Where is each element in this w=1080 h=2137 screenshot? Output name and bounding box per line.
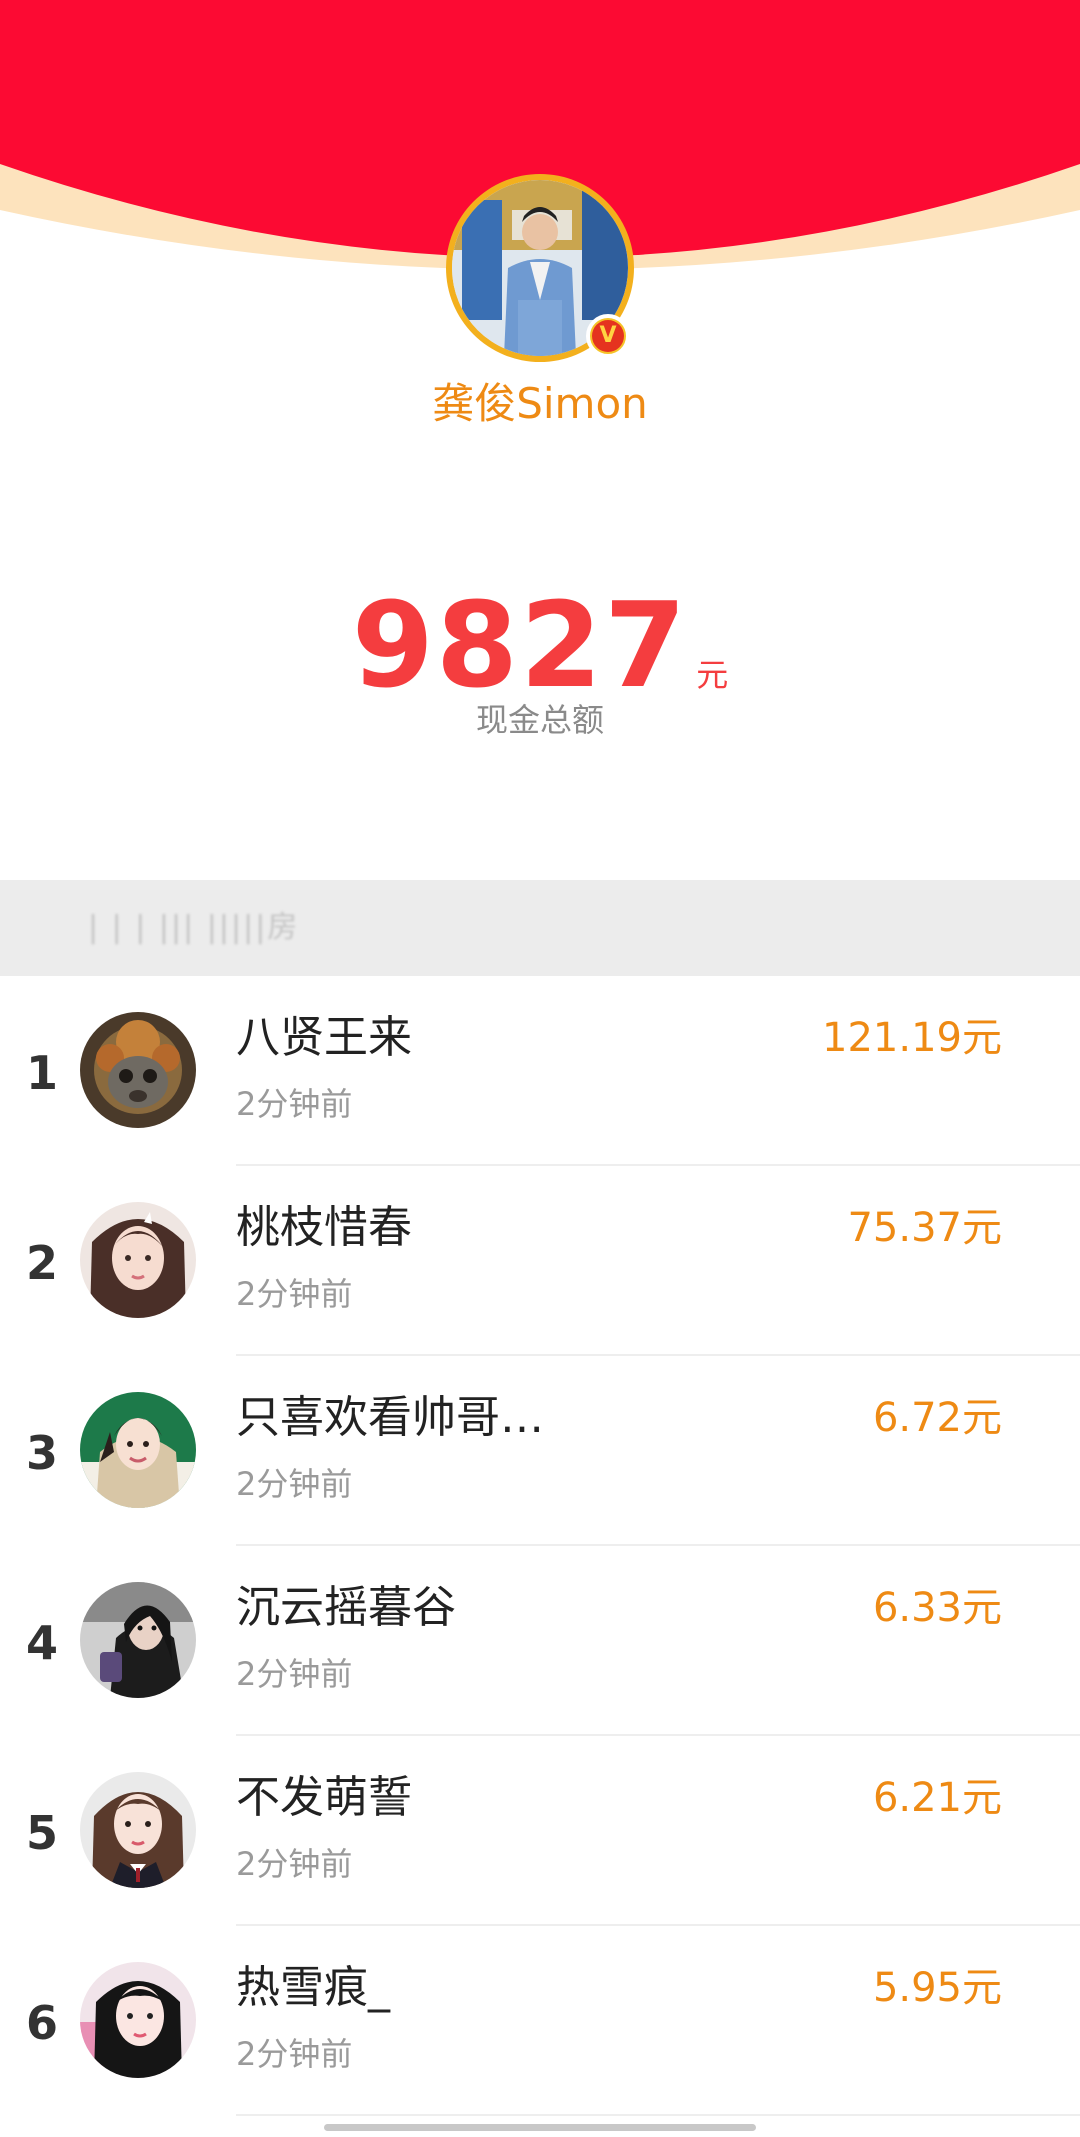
divider xyxy=(236,2114,1080,2116)
timestamp: 2分钟前 xyxy=(236,1845,353,1883)
user-name: 热雪痕_ xyxy=(236,1962,390,2013)
amount: 6.33元 xyxy=(872,1585,1002,1631)
user-name: 沉云摇暮谷 xyxy=(236,1582,456,1633)
user-name: 不发萌誓 xyxy=(236,1772,412,1823)
user-name: 只喜欢看帅哥… xyxy=(236,1392,544,1443)
timestamp: 2分钟前 xyxy=(236,1465,353,1503)
recipient-list: 1 八贤王来 2分钟前 121.19元 2 桃枝惜春 2分钟前 75.37元 3… xyxy=(0,976,1080,2116)
verified-badge-icon: V xyxy=(586,314,630,358)
user-avatar[interactable] xyxy=(80,1202,196,1318)
list-item[interactable]: 5 不发萌誓 2分钟前 6.21元 xyxy=(0,1736,1080,1926)
rank-number: 1 xyxy=(25,1046,58,1100)
rank-number: 5 xyxy=(25,1806,58,1860)
rank-number: 6 xyxy=(25,1996,58,2050)
timestamp: 2分钟前 xyxy=(236,1275,353,1313)
amount: 5.95元 xyxy=(872,1965,1002,2011)
timestamp: 2分钟前 xyxy=(236,1655,353,1693)
list-item[interactable]: 1 八贤王来 2分钟前 121.19元 xyxy=(0,976,1080,1166)
amount: 121.19元 xyxy=(822,1015,1002,1061)
total-amount-unit: 元 xyxy=(696,656,729,694)
home-indicator[interactable] xyxy=(324,2124,756,2131)
total-amount-label: 现金总额 xyxy=(475,701,604,739)
user-avatar[interactable] xyxy=(80,1772,196,1888)
list-item[interactable]: 2 桃枝惜春 2分钟前 75.37元 xyxy=(0,1166,1080,1356)
list-item[interactable]: 4 沉云摇暮谷 2分钟前 6.33元 xyxy=(0,1546,1080,1736)
user-name: 八贤王来 xyxy=(236,1012,412,1063)
section-title: | | | ||| |||||房 xyxy=(88,910,300,945)
header: V 龚俊Simon 9827 元 现金总额 xyxy=(0,0,1080,880)
timestamp: 2分钟前 xyxy=(236,2035,353,2073)
amount: 75.37元 xyxy=(847,1205,1002,1251)
rank-number: 2 xyxy=(25,1236,58,1290)
user-avatar[interactable] xyxy=(80,1962,196,2078)
timestamp: 2分钟前 xyxy=(236,1085,353,1123)
total-amount-value: 9827 xyxy=(351,576,689,714)
profile-name: 龚俊Simon xyxy=(432,379,648,428)
amount: 6.21元 xyxy=(872,1775,1002,1821)
section-header: | | | ||| |||||房 xyxy=(0,880,1080,976)
user-avatar[interactable] xyxy=(80,1392,196,1508)
list-item[interactable]: 6 热雪痕_ 2分钟前 5.95元 xyxy=(0,1926,1080,2116)
user-name: 桃枝惜春 xyxy=(236,1202,412,1253)
verified-badge-label: V xyxy=(592,320,624,352)
user-avatar[interactable] xyxy=(80,1582,196,1698)
total-amount: 9827 元 xyxy=(0,580,1080,710)
amount: 6.72元 xyxy=(872,1395,1002,1441)
user-avatar[interactable] xyxy=(80,1012,196,1128)
rank-number: 4 xyxy=(25,1616,58,1670)
list-item[interactable]: 3 只喜欢看帅哥… 2分钟前 6.72元 xyxy=(0,1356,1080,1546)
rank-number: 3 xyxy=(25,1426,58,1480)
